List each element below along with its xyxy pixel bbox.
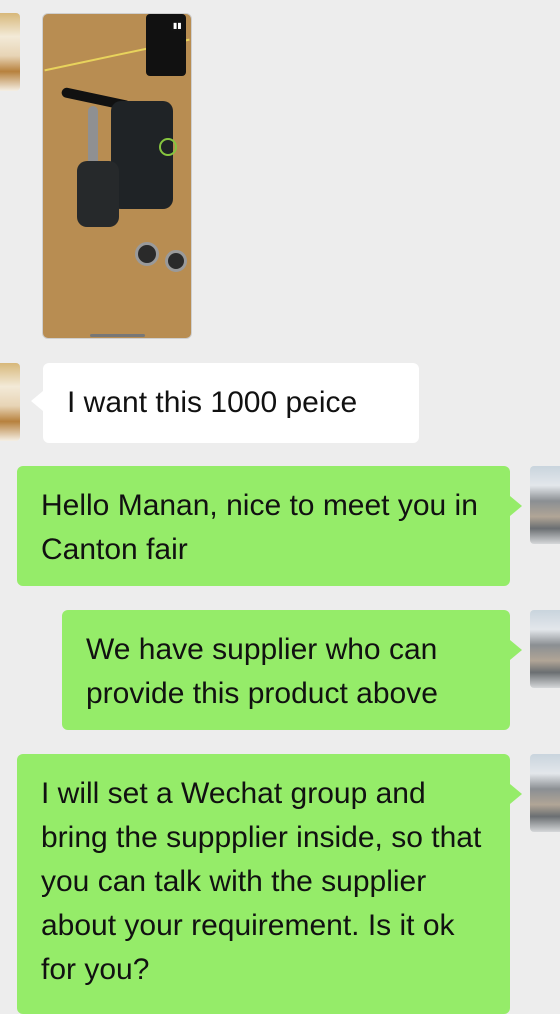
- video-message-thumbnail[interactable]: ▮▮: [42, 13, 192, 339]
- user-avatar[interactable]: [530, 610, 560, 688]
- outgoing-message-bubble[interactable]: I will set a Wechat group and bring the …: [17, 754, 522, 1014]
- video-badge: ▮▮: [171, 20, 184, 31]
- black-bag: [77, 161, 119, 227]
- message-text: We have supplier who can provide this pr…: [86, 633, 438, 710]
- wheel: [135, 242, 159, 266]
- suitcase-logo: [159, 138, 177, 156]
- outgoing-message-bubble[interactable]: We have supplier who can provide this pr…: [62, 610, 522, 730]
- wheel: [165, 250, 187, 272]
- customer-avatar[interactable]: [0, 13, 20, 91]
- message-text: I will set a Wechat group and bring the …: [41, 777, 482, 986]
- incoming-message-bubble[interactable]: I want this 1000 peice: [31, 363, 419, 443]
- message-text: Hello Manan, nice to meet you in Canton …: [41, 489, 478, 566]
- outgoing-message-bubble[interactable]: Hello Manan, nice to meet you in Canton …: [17, 466, 522, 586]
- message-text: I want this 1000 peice: [67, 386, 358, 419]
- user-avatar[interactable]: [530, 466, 560, 544]
- customer-avatar[interactable]: [0, 363, 20, 441]
- video-progress-bar: [90, 334, 145, 337]
- user-avatar[interactable]: [530, 754, 560, 832]
